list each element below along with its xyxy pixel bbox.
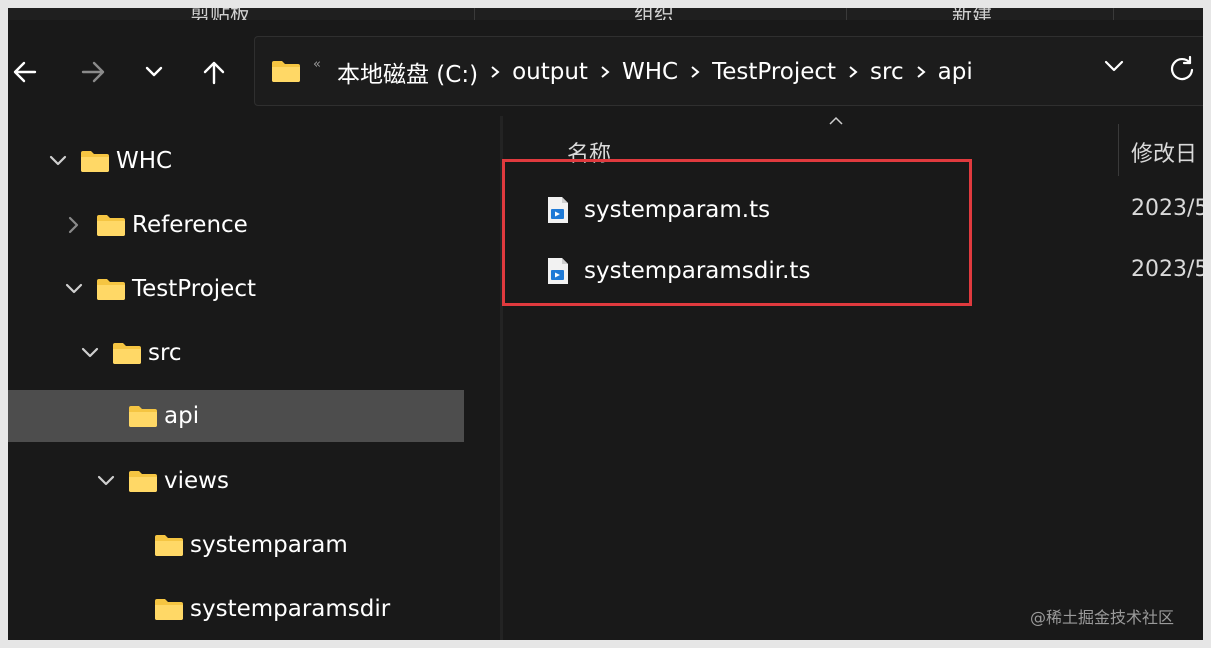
- address-bar[interactable]: « 本地磁盘 (C:) output WHC TestProject src a…: [254, 36, 1203, 106]
- file-explorer-window: 剪贴板 组织 新建 « 本地磁盘 (C:) output WHC TestPro…: [8, 8, 1203, 640]
- ribbon-item-clipboard[interactable]: 剪贴板: [190, 8, 250, 20]
- breadcrumb: 本地磁盘 (C:) output WHC TestProject src api: [337, 55, 973, 89]
- arrow-up-icon: [203, 61, 225, 85]
- folder-icon: [129, 406, 157, 427]
- hidden-crumbs-button[interactable]: «: [313, 57, 321, 72]
- folder-icon: [155, 535, 183, 556]
- tree-item-label: views: [164, 468, 229, 494]
- arrow-left-icon: [13, 61, 37, 83]
- tree-item-label: systemparamsdir: [190, 596, 391, 622]
- chevron-right-icon[interactable]: [600, 65, 610, 79]
- chevron-down-icon[interactable]: [80, 343, 100, 363]
- arrow-right-icon: [81, 61, 105, 83]
- back-button[interactable]: [8, 52, 44, 92]
- tree-item-reference[interactable]: Reference: [64, 199, 248, 251]
- chevron-right-icon[interactable]: [490, 65, 500, 79]
- navigation-pane: WHC Reference TestProject src api views: [8, 116, 504, 640]
- tree-item-api[interactable]: api: [8, 390, 464, 442]
- ribbon-separator: [846, 8, 847, 20]
- chevron-down-icon[interactable]: [96, 471, 116, 491]
- recent-locations-button[interactable]: [134, 52, 174, 92]
- ribbon-separator: [1113, 8, 1114, 20]
- breadcrumb-item-api[interactable]: api: [938, 59, 973, 85]
- breadcrumb-item-src[interactable]: src: [870, 59, 904, 85]
- chevron-right-icon[interactable]: [848, 65, 858, 79]
- folder-icon: [97, 215, 125, 236]
- forward-button[interactable]: [74, 52, 114, 92]
- chevron-down-icon[interactable]: [64, 279, 84, 299]
- tree-item-systemparamsdir[interactable]: systemparamsdir: [142, 583, 390, 635]
- folder-icon: [113, 343, 141, 364]
- tree-item-label: WHC: [116, 148, 173, 174]
- tree-item-label: Reference: [132, 212, 248, 238]
- breadcrumb-item-testproject[interactable]: TestProject: [712, 59, 836, 85]
- chevron-right-icon[interactable]: [916, 65, 926, 79]
- tree-item-label: src: [148, 340, 182, 366]
- breadcrumb-item-output[interactable]: output: [512, 59, 588, 85]
- ribbon-item-new[interactable]: 新建: [952, 8, 992, 20]
- tree-item-systemparam[interactable]: systemparam: [142, 519, 348, 571]
- folder-icon: [81, 151, 109, 172]
- file-date: 2023/5: [1131, 257, 1203, 282]
- ribbon-separator: [474, 8, 475, 20]
- up-button[interactable]: [194, 52, 234, 92]
- tree-item-label: api: [164, 403, 200, 429]
- ribbon-strip: 剪贴板 组织 新建: [8, 8, 1203, 20]
- tree-item-views[interactable]: views: [96, 455, 229, 507]
- chevron-right-icon[interactable]: [64, 215, 84, 235]
- breadcrumb-item-drive[interactable]: 本地磁盘 (C:): [337, 55, 478, 89]
- breadcrumb-item-whc[interactable]: WHC: [622, 59, 678, 85]
- tree-item-label: TestProject: [132, 276, 256, 302]
- column-header-date-modified[interactable]: 修改日: [1131, 136, 1197, 168]
- folder-icon: [129, 471, 157, 492]
- folder-icon: [97, 279, 125, 300]
- folder-icon: [272, 61, 300, 82]
- column-separator[interactable]: [1118, 124, 1119, 176]
- tree-item-label: systemparam: [190, 532, 348, 558]
- chevron-down-icon: [145, 66, 163, 77]
- refresh-icon[interactable]: [1169, 55, 1195, 81]
- address-history-dropdown-icon[interactable]: [1103, 59, 1125, 73]
- chevron-right-icon[interactable]: [690, 65, 700, 79]
- watermark: @稀土掘金技术社区: [1030, 608, 1175, 627]
- sort-ascending-icon: [829, 116, 843, 125]
- tree-item-whc[interactable]: WHC: [48, 135, 172, 187]
- tree-item-src[interactable]: src: [80, 327, 182, 379]
- folder-icon: [155, 599, 183, 620]
- highlight-annotation-box: [502, 159, 972, 306]
- file-date: 2023/5: [1131, 196, 1203, 221]
- ribbon-item-organize[interactable]: 组织: [634, 8, 674, 20]
- tree-item-testproject[interactable]: TestProject: [64, 263, 256, 315]
- chevron-down-icon[interactable]: [48, 151, 68, 171]
